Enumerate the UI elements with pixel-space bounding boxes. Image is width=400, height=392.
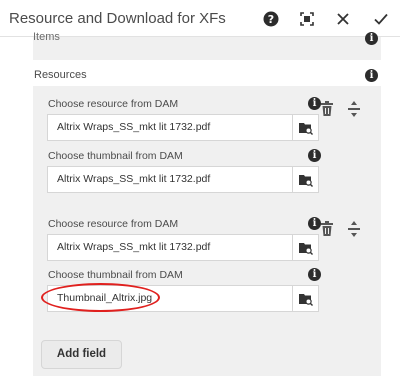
resources-label: Resources [34,69,87,81]
reorder-icon-1[interactable] [348,101,360,117]
resources-info-icon[interactable]: i [365,69,378,82]
svg-text:?: ? [268,13,274,26]
resource-label-1: Choose resource from DAM [48,98,179,110]
done-icon[interactable] [372,10,390,28]
resource-label-2: Choose resource from DAM [48,218,179,230]
delete-icon-2[interactable] [320,221,334,237]
resource-input-2[interactable]: Altrix Wraps_SS_mkt lit 1732.pdf [47,234,293,261]
dialog-header: Resource and Download for XFs ? [0,0,400,37]
folder-search-icon [299,175,313,187]
delete-icon-1[interactable] [320,101,334,117]
folder-search-icon [299,243,313,255]
help-icon[interactable]: ? [262,10,280,28]
items-info-icon[interactable]: i [365,32,378,45]
reorder-icon-2[interactable] [348,221,360,237]
add-field-button[interactable]: Add field [41,340,122,369]
resource-picker-button-1[interactable] [293,114,319,141]
items-field: Items [33,31,381,60]
highlight-annotation [41,283,160,312]
resource-picker-button-2[interactable] [293,234,319,261]
thumbnail-info-icon-1[interactable]: i [308,149,321,162]
dialog-title: Resource and Download for XFs [9,10,226,27]
folder-search-icon [299,294,313,306]
thumbnail-picker-button-1[interactable] [293,166,319,193]
thumbnail-info-icon-2[interactable]: i [308,268,321,281]
items-label: Items [33,31,60,43]
fullscreen-icon[interactable] [298,10,316,28]
thumbnail-input-1[interactable]: Altrix Wraps_SS_mkt lit 1732.pdf [47,166,293,193]
folder-search-icon [299,123,313,135]
close-icon[interactable] [334,10,352,28]
thumbnail-label-2: Choose thumbnail from DAM [48,269,183,281]
resource-input-1[interactable]: Altrix Wraps_SS_mkt lit 1732.pdf [47,114,293,141]
thumbnail-picker-button-2[interactable] [293,285,319,312]
thumbnail-label-1: Choose thumbnail from DAM [48,150,183,162]
